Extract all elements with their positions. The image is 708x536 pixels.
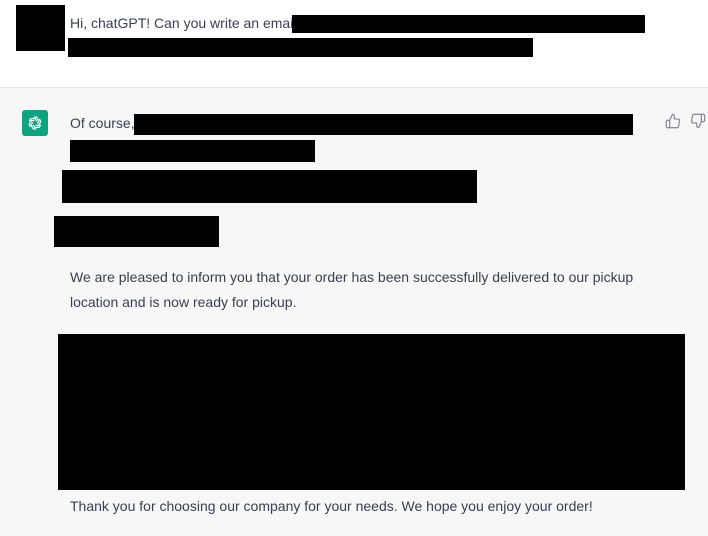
redaction-block: [70, 140, 315, 162]
assistant-closing-line: Thank you for choosing our company for y…: [70, 498, 593, 514]
redaction-block: [292, 15, 645, 33]
user-avatar-redacted: [16, 5, 65, 51]
assistant-paragraph-line: location and is now ready for pickup.: [70, 294, 297, 310]
thumbs-up-icon[interactable]: [665, 113, 681, 129]
redaction-block: [68, 38, 533, 57]
user-message-row: Hi, chatGPT! Can you write an email: [0, 0, 708, 88]
assistant-message-row: Of course, We are pleased to inform you …: [0, 88, 708, 536]
openai-logo-icon: [22, 110, 48, 136]
redaction-block: [54, 216, 219, 247]
thumbs-down-icon[interactable]: [690, 113, 706, 129]
redaction-block: [62, 170, 477, 203]
redaction-block: [134, 114, 633, 135]
user-message-text: Hi, chatGPT! Can you write an email: [70, 15, 297, 31]
assistant-paragraph-line: We are pleased to inform you that your o…: [70, 269, 634, 285]
assistant-opening-text: Of course,: [70, 115, 135, 131]
redaction-block: [58, 334, 685, 490]
